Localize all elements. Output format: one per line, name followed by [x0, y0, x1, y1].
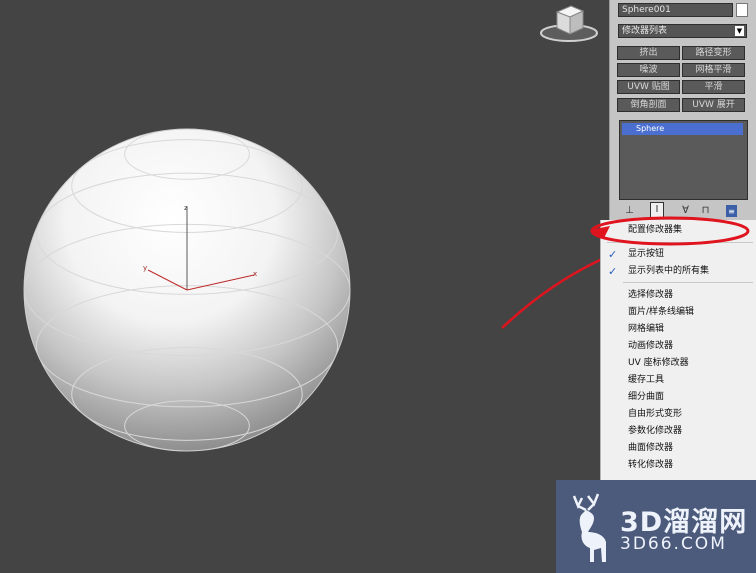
stack-item-sphere[interactable]: Sphere: [622, 123, 743, 135]
watermark-subtitle: 3D66.COM: [620, 534, 727, 554]
object-color-swatch[interactable]: [736, 3, 748, 17]
menu-item-modifier-set[interactable]: 曲面修改器: [628, 442, 673, 455]
configure-modifier-sets-menu: 配置修改器集 ✓ 显示按钮 ✓ 显示列表中的所有集 选择修改器 面片/样条线编辑网…: [600, 220, 756, 480]
modifier-button-smooth[interactable]: 平滑: [682, 80, 745, 94]
deer-logo-icon: [572, 493, 606, 562]
annotation-arrow: [501, 258, 600, 329]
viewport-canvas: z x y: [23, 5, 600, 452]
menu-item-show-all-sets[interactable]: 显示列表中的所有集: [628, 265, 709, 278]
menu-item-modifier-set[interactable]: 动画修改器: [628, 340, 673, 353]
menu-separator: [623, 282, 753, 283]
object-name-field[interactable]: Sphere001: [618, 3, 733, 17]
chevron-down-icon: ▼: [735, 26, 744, 36]
gizmo-z-label: z: [184, 204, 188, 212]
viewport[interactable]: z x y: [0, 0, 600, 573]
gizmo-x-label: x: [253, 270, 257, 278]
menu-item-modifier-set[interactable]: 选择修改器: [628, 289, 673, 302]
modifier-list-dropdown[interactable]: 修改器列表 ▼: [618, 24, 747, 38]
modifier-button-extrude[interactable]: 挤出: [617, 46, 680, 60]
annotation-ellipse: [590, 216, 750, 246]
menu-item-modifier-set[interactable]: 自由形式变形: [628, 408, 682, 421]
modifier-button-bevel-profile[interactable]: 倒角剖面: [617, 98, 680, 112]
menu-item-modifier-set[interactable]: 转化修改器: [628, 459, 673, 472]
menu-item-modifier-set[interactable]: UV 座标修改器: [628, 357, 689, 370]
menu-item-modifier-set[interactable]: 参数化修改器: [628, 425, 682, 438]
watermark: 3D溜溜网 3D66.COM: [556, 480, 756, 573]
modifier-button-meshsmooth[interactable]: 网格平滑: [682, 63, 745, 77]
menu-item-modifier-set[interactable]: 网格编辑: [628, 323, 664, 336]
modifier-button-path-deform[interactable]: 路径变形: [682, 46, 745, 60]
modifier-stack[interactable]: Sphere: [619, 120, 748, 200]
menu-item-modifier-set[interactable]: 缓存工具: [628, 374, 664, 387]
gizmo-y-label: y: [143, 264, 147, 272]
menu-item-modifier-set[interactable]: 面片/样条线编辑: [628, 306, 694, 319]
checkmark-icon: ✓: [608, 265, 618, 278]
viewcube[interactable]: [540, 5, 598, 42]
modifier-button-uvw-map[interactable]: UVW 贴图: [617, 80, 680, 94]
modifier-button-noise[interactable]: 噪波: [617, 63, 680, 77]
menu-item-modifier-set[interactable]: 细分曲面: [628, 391, 664, 404]
modifier-button-unwrap-uvw[interactable]: UVW 展开: [682, 98, 745, 112]
modifier-list-label: 修改器列表: [622, 26, 668, 36]
